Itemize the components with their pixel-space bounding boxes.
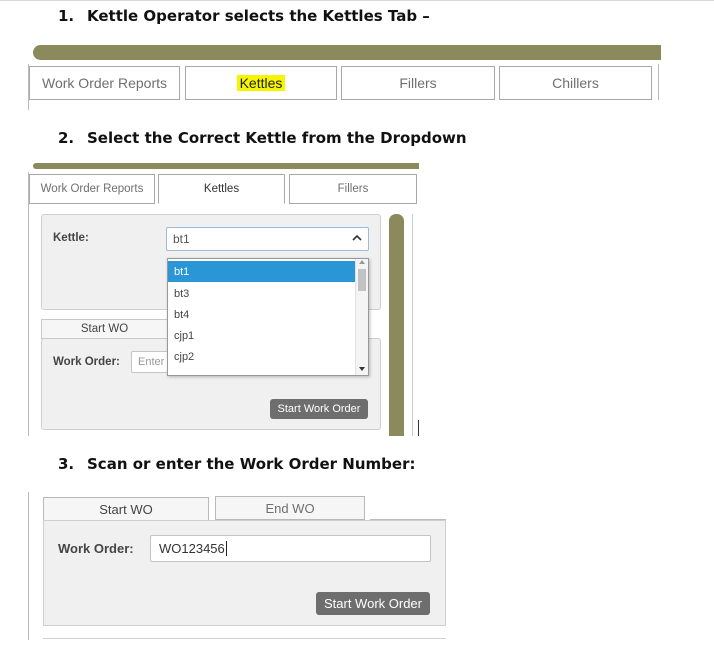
kettle-select-value: bt1 [173,232,190,246]
step-text: Scan or enter the Work Order Number: [87,455,416,473]
tab-chillers[interactable]: Chillers [499,66,652,100]
kettle-select[interactable]: bt1 [166,227,369,251]
start-work-order-button[interactable]: Start Work Order [270,399,368,419]
work-order-placeholder: Enter [138,356,165,368]
step-number: 2. [58,129,75,147]
step-2-heading: 2. Select the Correct Kettle from the Dro… [58,129,467,147]
tab-kettles[interactable]: Kettles [158,174,285,204]
tab-strip-divider [28,492,29,640]
scrollbar-thumb[interactable] [358,269,366,291]
olive-header-bar [33,163,419,169]
dropdown-option[interactable]: cjp2 [168,346,355,367]
tab-fillers[interactable]: Fillers [341,66,495,100]
subtab-end-wo[interactable]: End WO [215,496,365,520]
work-order-input[interactable]: WO123456 [150,535,431,562]
step-number: 1. [58,7,75,25]
top-rule [0,0,714,1]
side-divider [412,214,413,436]
step-3-heading: 3. Scan or enter the Work Order Number: [58,455,415,473]
step-text: Select the Correct Kettle from the Dropd… [87,129,467,147]
olive-header-bar [33,45,661,60]
work-order-label: Work Order: [53,356,120,368]
dropdown-option[interactable]: cjp1 [168,325,355,346]
kettle-label: Kettle: [53,232,89,244]
dropdown-option[interactable]: bt1 [168,261,355,282]
tab-work-order-reports[interactable]: Work Order Reports [29,66,180,100]
side-divider [418,420,419,436]
step-1-heading: 1. Kettle Operator selects the Kettles Ta… [58,7,430,25]
tab-work-order-reports[interactable]: Work Order Reports [29,174,155,204]
kettle-dropdown-list: bt1 bt3 bt4 cjp1 cjp2 [167,258,369,376]
tab-strip-divider [658,64,659,100]
work-order-value: WO123456 [159,541,225,556]
kettles-highlight: Kettles [236,75,286,91]
tab-fillers[interactable]: Fillers [289,174,417,204]
work-order-label: Work Order: [58,541,134,556]
dropdown-scrollbar[interactable] [355,259,368,375]
dropdown-option[interactable]: bt4 [168,304,355,325]
subtab-start-wo[interactable]: Start WO [41,319,168,339]
dropdown-option[interactable]: bt3 [168,283,355,304]
step-number: 3. [58,455,75,473]
chevron-up-icon [352,232,362,247]
tab-strip-divider [28,172,29,436]
start-work-order-button[interactable]: Start Work Order [316,592,430,615]
olive-side-bar [389,214,404,436]
scroll-down-icon[interactable] [359,367,365,371]
step-text: Kettle Operator selects the Kettles Tab … [87,7,430,25]
subtab-start-wo[interactable]: Start WO [43,497,209,521]
tab-kettles[interactable]: Kettles [185,66,337,100]
bottom-rule [43,638,446,639]
scroll-up-icon[interactable] [359,260,365,264]
text-cursor [225,541,227,556]
